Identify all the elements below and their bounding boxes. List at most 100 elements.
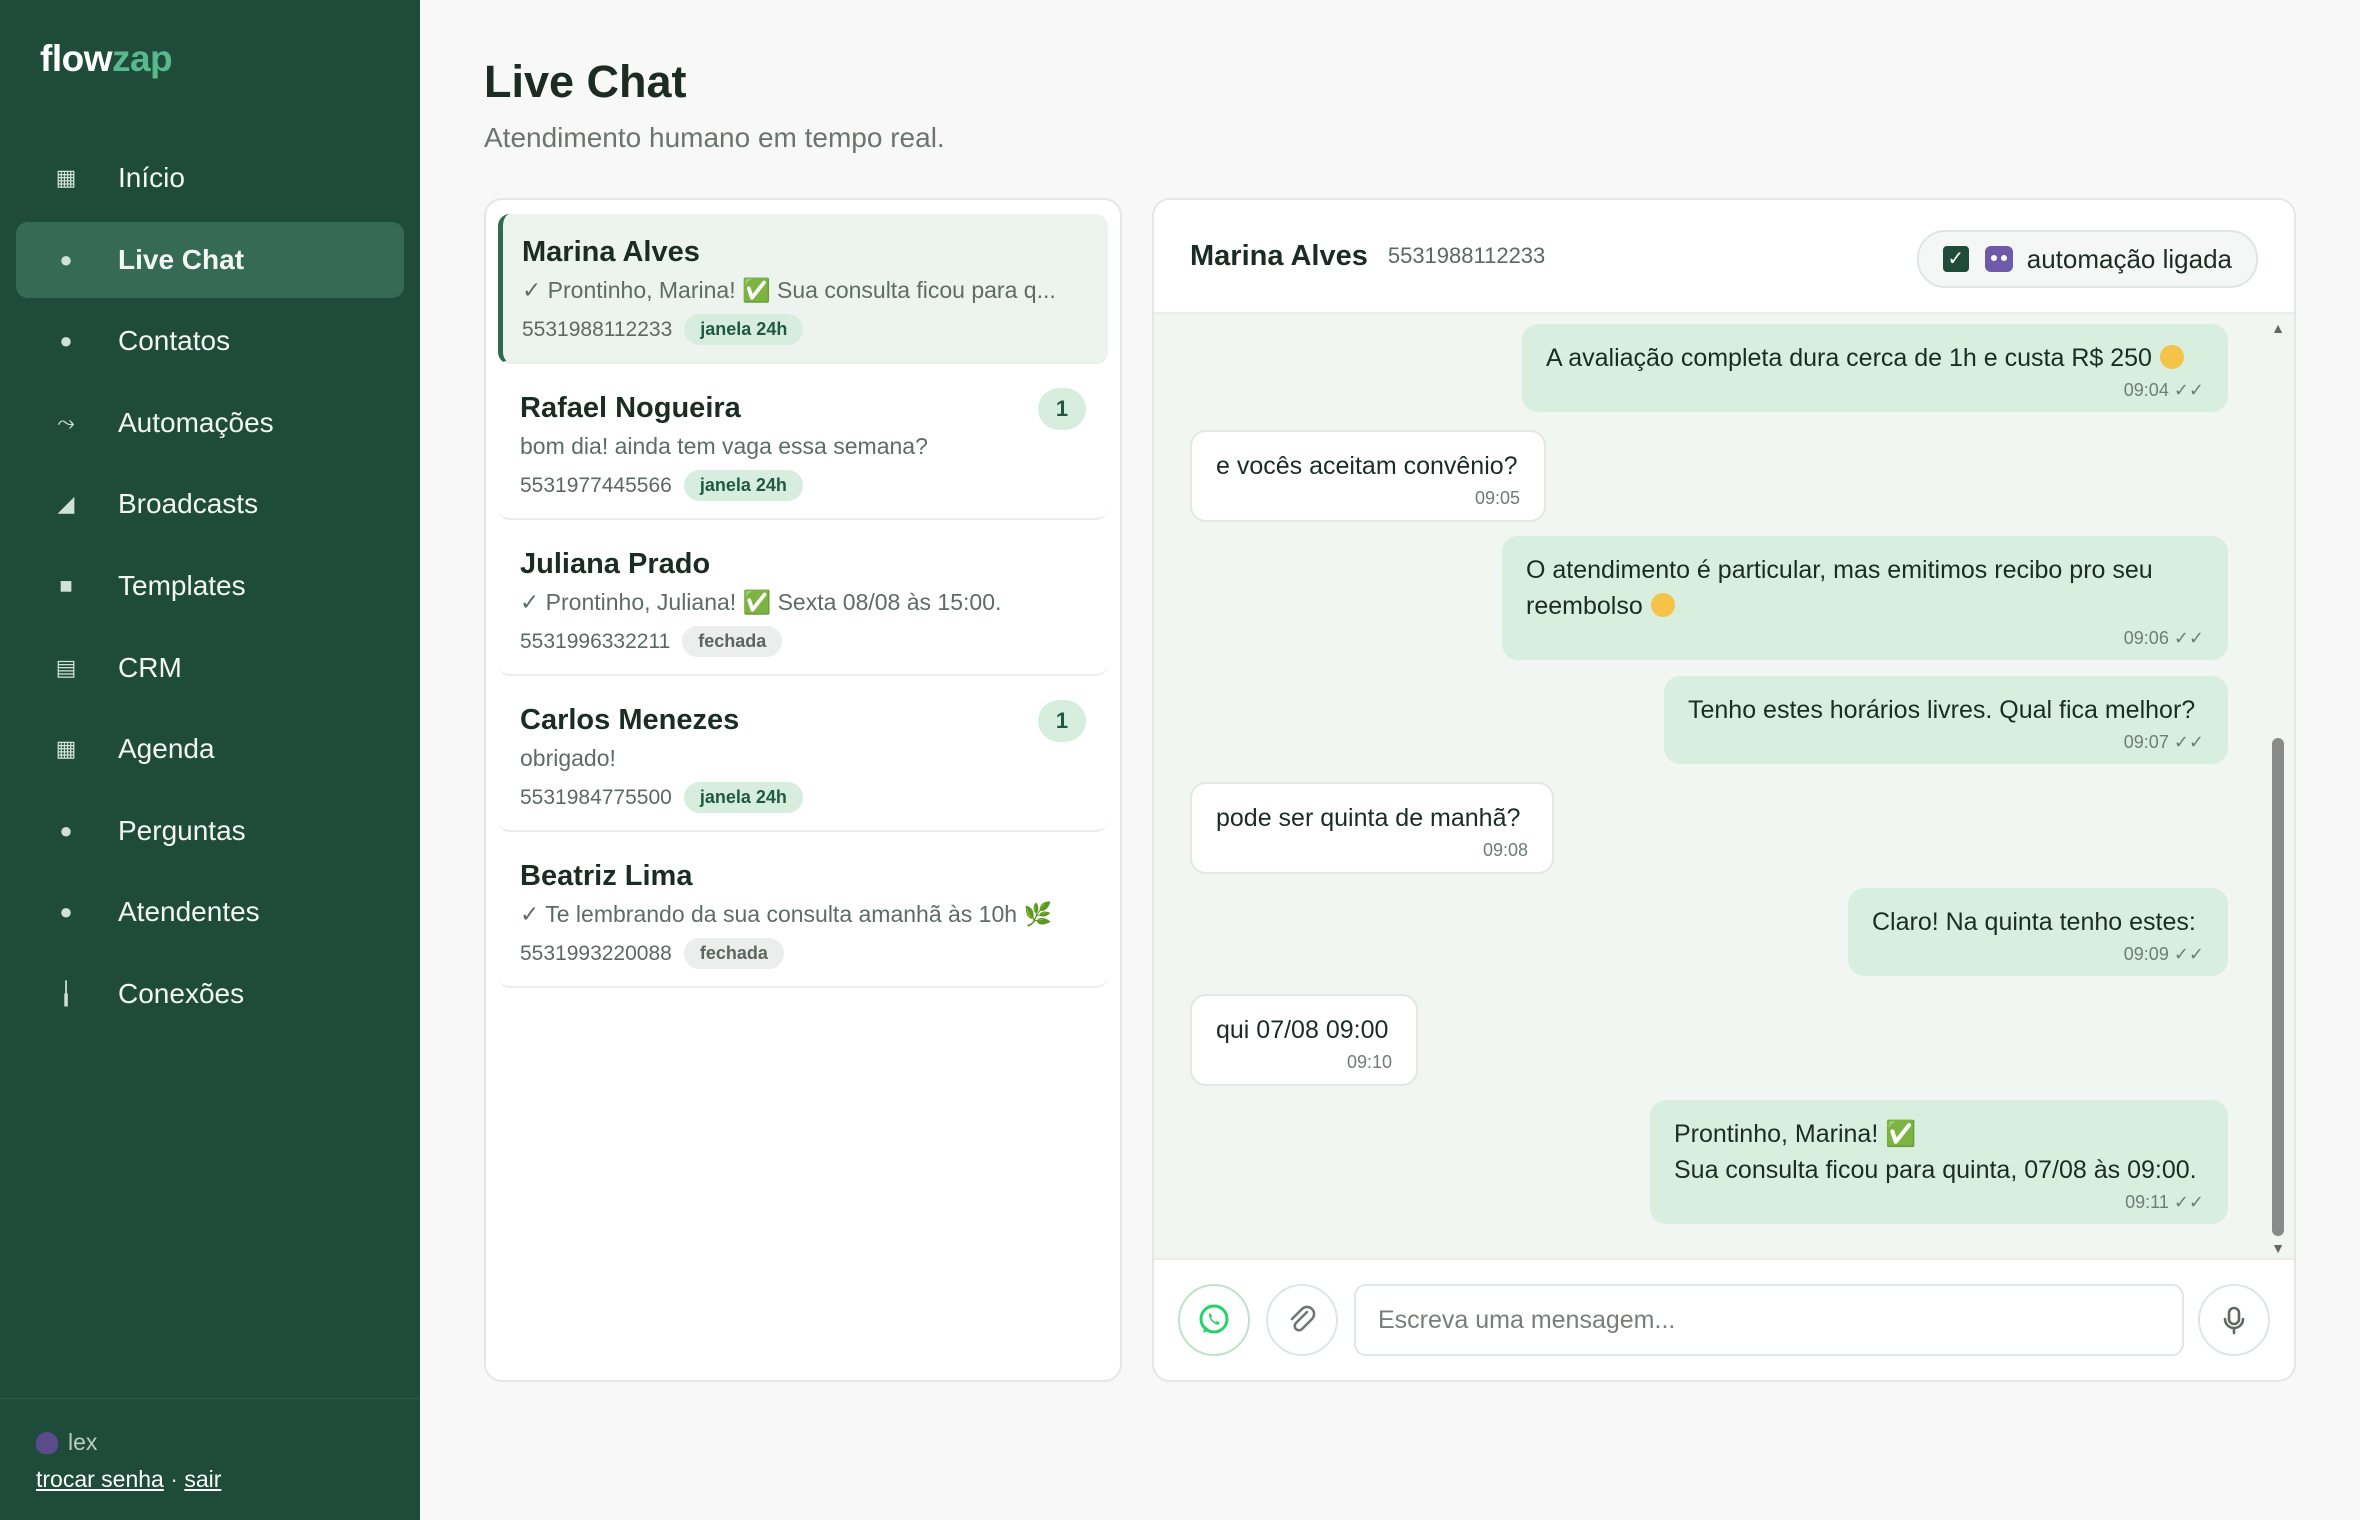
conversation-item[interactable]: Carlos Menezes obrigado! 5531984775500 jane… <box>498 682 1108 832</box>
page-title: Live Chat <box>484 56 687 107</box>
chat-bubble-icon: ● <box>59 246 73 272</box>
voice-record-button[interactable] <box>2198 1284 2270 1356</box>
status-badge: janela 24h <box>683 782 803 813</box>
sidebar-item-label: Atendentes <box>118 896 260 928</box>
robot-icon <box>1984 246 2013 272</box>
calendar-icon: ▦ <box>55 736 77 762</box>
sidebar-item-label: CRM <box>118 651 182 683</box>
chat-contact-phone: 5531988112233 <box>1387 243 1546 268</box>
sidebar-item-label: Templates <box>118 569 246 601</box>
sidebar-item-templates[interactable]: ■ Templates <box>16 548 404 624</box>
conversation-preview: ✓ Te lembrando da sua consulta amanhã às… <box>520 901 1053 927</box>
outgoing-message[interactable]: Tenho estes horários livres. Qual fica m… <box>1664 676 2228 764</box>
conversation-list: Marina Alves ✓ Prontinho, Marina! ✅ Sua c… <box>484 198 1122 1382</box>
sidebar-item-agenda[interactable]: ▦ Agenda <box>16 711 404 787</box>
microphone-icon <box>2223 1306 2245 1335</box>
outgoing-message[interactable]: Claro! Na quinta tenho estes: 09:09 ✓✓ <box>1848 888 2228 976</box>
sidebar-item-label: Agenda <box>118 733 215 765</box>
message-time: 09:09 ✓✓ <box>2123 944 2204 964</box>
status-badge: fechada <box>683 938 784 969</box>
conversation-item[interactable]: Marina Alves ✓ Prontinho, Marina! ✅ Sua c… <box>498 214 1108 364</box>
agent-icon: ● <box>59 899 73 925</box>
sidebar-item-contatos[interactable]: ● Contatos <box>16 303 404 379</box>
message-text: e vocês aceitam convênio? <box>1216 452 1518 480</box>
current-user: lex <box>36 1429 420 1456</box>
sidebar-item-label: Broadcasts <box>118 488 259 520</box>
scroll-thumb[interactable] <box>2272 738 2284 1236</box>
chat-header: Marina Alves 5531988112233 ✓ automação l… <box>1154 200 2294 314</box>
chat-panel: Marina Alves 5531988112233 ✓ automação l… <box>1152 198 2296 1382</box>
smile-emoji-icon <box>2159 345 2184 369</box>
sidebar-item-live-chat[interactable]: ● Live Chat <box>16 221 404 298</box>
change-password-link[interactable]: trocar senha <box>36 1466 164 1492</box>
sidebar-item-atendentes[interactable]: ● Atendentes <box>16 874 404 950</box>
conversation-item[interactable]: Juliana Prado ✓ Prontinho, Juliana! ✅ Sex… <box>498 526 1108 676</box>
scrollbar[interactable]: ▲ ▼ <box>2270 320 2286 1256</box>
user-icon <box>36 1431 58 1454</box>
sidebar-item-conexoes[interactable]: ╽ Conexões <box>16 956 404 1032</box>
conversation-meta: 5531996332211 fechada <box>520 626 1086 657</box>
unread-count-badge: 1 <box>1038 388 1086 430</box>
sidebar-footer: lex trocar senha · sair <box>0 1398 420 1520</box>
sidebar-item-automacoes[interactable]: ⤳ Automações <box>16 385 404 461</box>
conversation-preview: bom dia! ainda tem vaga essa semana? <box>520 433 928 459</box>
status-badge: janela 24h <box>684 314 804 345</box>
incoming-message[interactable]: qui 07/08 09:00 09:10 <box>1190 994 1418 1086</box>
scroll-up-arrow-icon[interactable]: ▲ <box>2270 320 2286 336</box>
user-name: lex <box>68 1429 98 1455</box>
checkbox-checked-icon[interactable]: ✓ <box>1942 246 1969 272</box>
conversation-name: Marina Alves <box>522 236 700 268</box>
sidebar-item-label: Conexões <box>118 977 245 1009</box>
brand-logo[interactable]: flowzap <box>40 38 173 80</box>
page-subtitle: Atendimento humano em tempo real. <box>484 122 945 153</box>
conversation-name: Rafael Nogueira <box>520 392 741 424</box>
conversation-meta: 5531984775500 janela 24h <box>520 782 1086 813</box>
sidebar-item-crm[interactable]: ▤ CRM <box>16 630 404 706</box>
sidebar-item-inicio[interactable]: ▦ Início <box>16 140 404 216</box>
message-thread[interactable]: ▲ ▼ A avaliação completa dura cerca de 1… <box>1154 314 2294 1262</box>
outgoing-message[interactable]: O atendimento é particular, mas emitimos… <box>1502 536 2228 660</box>
logout-link[interactable]: sair <box>184 1466 221 1492</box>
sidebar-item-perguntas[interactable]: ● Perguntas <box>16 793 404 869</box>
outgoing-message[interactable]: A avaliação completa dura cerca de 1h e … <box>1522 324 2228 412</box>
links-separator: · <box>163 1466 185 1492</box>
outgoing-message[interactable]: Prontinho, Marina! ✅ Sua consulta ficou … <box>1650 1100 2228 1224</box>
incoming-message[interactable]: e vocês aceitam convênio? 09:05 <box>1190 430 1546 522</box>
message-text: pode ser quinta de manhã? <box>1216 804 1521 832</box>
conversation-phone: 5531993220088 <box>520 941 672 965</box>
scroll-down-arrow-icon[interactable]: ▼ <box>2270 1240 2286 1256</box>
status-badge: janela 24h <box>683 470 803 501</box>
paperclip-icon <box>1290 1305 1316 1332</box>
conversation-preview: ✓ Prontinho, Juliana! ✅ Sexta 08/08 às 1… <box>520 589 1002 615</box>
message-text: Claro! Na quinta tenho estes: <box>1872 908 2196 936</box>
sidebar: flowzap ▦ Início ● Live Chat ● Contatos ⤳ Autom… <box>0 0 420 1520</box>
conversation-item[interactable]: Beatriz Lima ✓ Te lembrando da sua consul… <box>498 838 1108 988</box>
message-time: 09:05 <box>1474 488 1520 508</box>
account-links: trocar senha · sair <box>36 1466 420 1493</box>
conversation-item[interactable]: Rafael Nogueira bom dia! ainda tem vaga e… <box>498 370 1108 520</box>
automation-label: automação ligada <box>2026 243 2232 274</box>
message-text: O atendimento é particular, mas emitimos… <box>1526 556 2153 620</box>
conversation-preview: obrigado! <box>520 745 616 771</box>
message-input[interactable] <box>1354 1284 2184 1356</box>
conversation-meta: 5531993220088 fechada <box>520 938 1086 969</box>
message-time: 09:10 <box>1346 1052 1392 1072</box>
incoming-message[interactable]: pode ser quinta de manhã? 09:08 <box>1190 782 1554 874</box>
chat-contact-name: Marina Alves <box>1190 239 1368 272</box>
whatsapp-button[interactable] <box>1178 1284 1250 1356</box>
conversation-phone: 5531988112233 <box>522 317 673 341</box>
conversation-meta: 5531988112233 janela 24h <box>522 314 1086 345</box>
unread-count-badge: 1 <box>1038 700 1086 742</box>
whatsapp-icon <box>1199 1304 1229 1334</box>
message-time: 09:11 ✓✓ <box>2125 1192 2204 1212</box>
conversation-phone: 5531996332211 <box>520 629 671 653</box>
automation-toggle[interactable]: ✓ automação ligada <box>1916 230 2258 288</box>
sidebar-item-broadcasts[interactable]: ◢ Broadcasts <box>16 466 404 542</box>
arrow-icon: ⤳ <box>57 409 75 435</box>
message-composer <box>1154 1258 2294 1380</box>
attach-button[interactable] <box>1266 1284 1338 1356</box>
message-text: Tenho estes horários livres. Qual fica m… <box>1688 696 2196 724</box>
person-icon: ● <box>59 328 73 354</box>
sidebar-item-label: Início <box>118 162 185 193</box>
grid-icon: ▦ <box>55 165 77 190</box>
